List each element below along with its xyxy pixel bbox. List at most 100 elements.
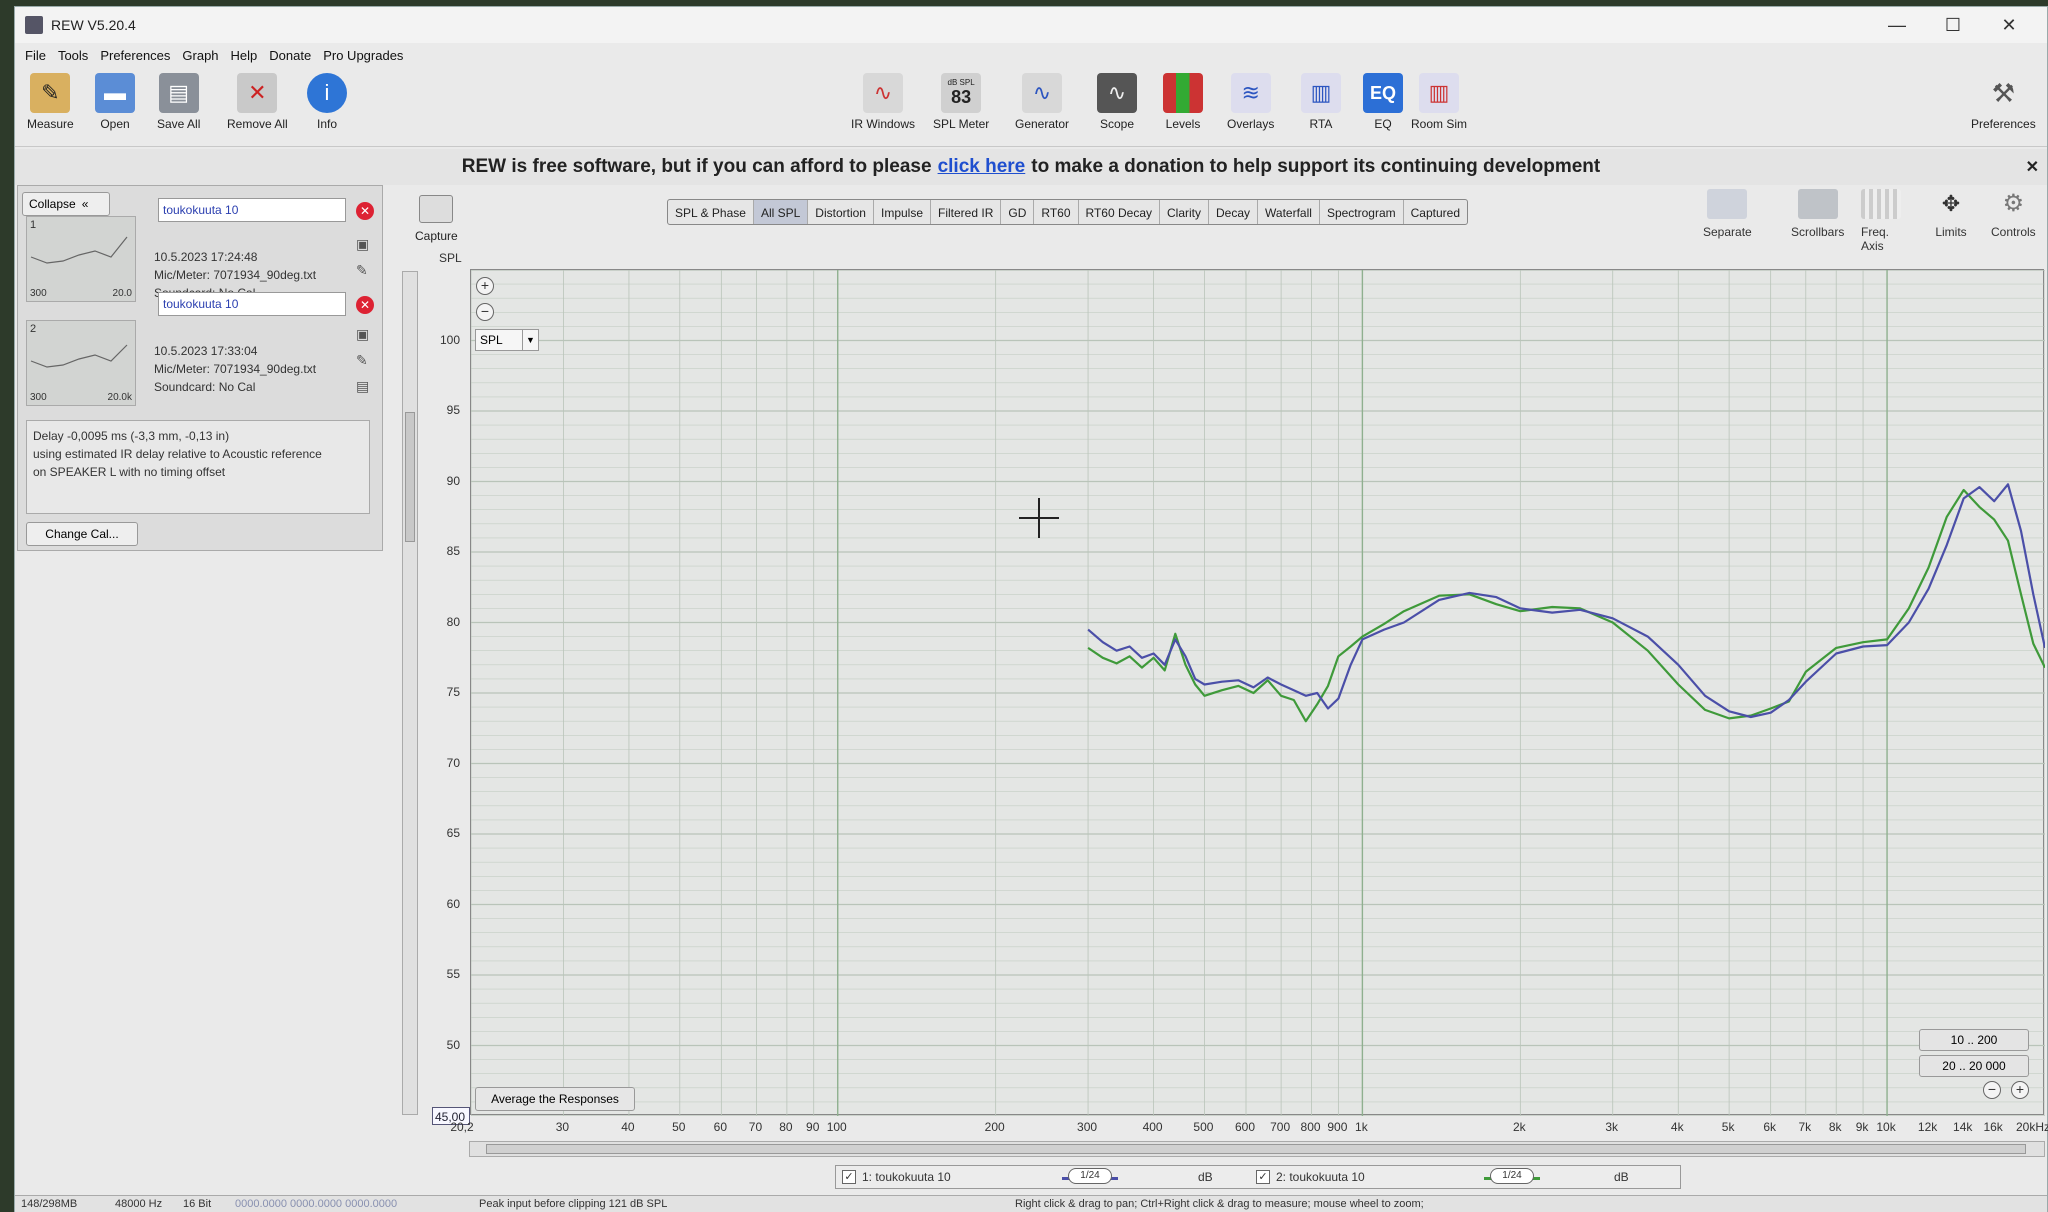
scope-button[interactable]: ∿ Scope: [1097, 73, 1137, 131]
overlays-button[interactable]: ≋ Overlays: [1227, 73, 1274, 131]
remove-measurement-icon[interactable]: ✕: [356, 202, 374, 220]
ir-windows-button[interactable]: ∿ IR Windows: [851, 73, 915, 131]
menu-tools[interactable]: Tools: [58, 48, 88, 63]
legend-checkbox-2[interactable]: ✓: [1256, 1170, 1270, 1184]
measurement-item-2[interactable]: 2 300 20.0k toukokuuta 10 ✕ 10.5.2023 17…: [26, 292, 380, 406]
x-tick-label: 30: [555, 1120, 570, 1134]
horizontal-scrollbar[interactable]: [469, 1141, 2045, 1157]
legend-item-2[interactable]: ✓ 2: toukokuuta 10: [1256, 1170, 1365, 1184]
measurement-item-1[interactable]: 1 300 20.0 toukokuuta 10 ✕ 10.5.2023 17:…: [26, 188, 380, 302]
minimize-button[interactable]: —: [1869, 7, 1925, 43]
remove-measurement-icon[interactable]: ✕: [356, 296, 374, 314]
levels-button[interactable]: Levels: [1163, 73, 1203, 131]
menu-donate[interactable]: Donate: [269, 48, 311, 63]
controls-button[interactable]: ⚙ Controls: [1991, 189, 2036, 239]
x-tick-label: 4k: [1670, 1120, 1684, 1134]
measurement-name-field[interactable]: toukokuuta 10: [158, 198, 346, 222]
freq-axis-button[interactable]: Freq. Axis: [1861, 189, 1901, 253]
scrollbars-button[interactable]: Scrollbars: [1791, 189, 1844, 239]
horizontal-scroll-thumb[interactable]: [486, 1144, 2026, 1154]
folder-open-icon: ▬: [95, 73, 135, 113]
notes-icon[interactable]: ▤: [356, 378, 369, 395]
x-tick-label: 70: [748, 1120, 763, 1134]
tab-clarity[interactable]: Clarity: [1160, 200, 1210, 224]
tab-spl-phase[interactable]: SPL & Phase: [668, 200, 754, 224]
menu-pro-upgrades[interactable]: Pro Upgrades: [323, 48, 403, 63]
tab-all-spl[interactable]: All SPL: [753, 200, 809, 224]
rta-button[interactable]: ▥ RTA: [1301, 73, 1341, 131]
smoothing-2[interactable]: 1/24: [1490, 1168, 1534, 1184]
maximize-button[interactable]: ☐: [1925, 7, 1981, 43]
tab-impulse[interactable]: Impulse: [874, 200, 932, 224]
remove-all-button[interactable]: ✕ Remove All: [227, 73, 288, 131]
tab-rt60-decay[interactable]: RT60 Decay: [1079, 200, 1160, 224]
tab-captured[interactable]: Captured: [1404, 200, 1467, 224]
measurement-thumbnail[interactable]: 1 300 20.0: [26, 216, 136, 302]
x-tick-label: 900: [1327, 1120, 1348, 1134]
x-first-label: 20,2: [450, 1120, 474, 1134]
spl-meter-button[interactable]: dB SPL 83 SPL Meter: [933, 73, 989, 131]
close-window-button[interactable]: ✕: [1981, 7, 2037, 43]
change-cal-button[interactable]: Change Cal...: [26, 522, 138, 546]
donate-link[interactable]: click here: [938, 156, 1026, 178]
smoothing-1[interactable]: 1/24: [1068, 1168, 1112, 1184]
info-button[interactable]: i Info: [307, 73, 347, 131]
y-axis-title: SPL: [439, 251, 462, 265]
range-10-200-button[interactable]: 10 .. 200: [1919, 1029, 2029, 1051]
legend-checkbox-1[interactable]: ✓: [842, 1170, 856, 1184]
spl-unit-select[interactable]: SPL ▼: [475, 329, 539, 351]
freq-axis-icon: [1861, 189, 1901, 219]
legend-item-1[interactable]: ✓ 1: toukokuuta 10: [842, 1170, 951, 1184]
x-tick-label: 5k: [1721, 1120, 1735, 1134]
app-icon: [25, 16, 43, 34]
x-tick-label: 3k: [1605, 1120, 1619, 1134]
tab-gd[interactable]: GD: [1001, 200, 1035, 224]
eq-button[interactable]: EQ EQ: [1363, 73, 1403, 131]
preferences-button[interactable]: ⚒ Preferences: [1971, 73, 2036, 132]
zoom-in-icon[interactable]: +: [476, 277, 494, 295]
legend-unit-1: dB: [1198, 1170, 1213, 1184]
range-20-20000-button[interactable]: 20 .. 20 000: [1919, 1055, 2029, 1077]
tab-filtered-ir[interactable]: Filtered IR: [931, 200, 1002, 224]
separate-button[interactable]: Separate: [1703, 189, 1752, 239]
input-meters: 0000.0000 0000.0000 0000.0000: [235, 1198, 398, 1210]
vertical-scroll-thumb[interactable]: [405, 412, 415, 542]
x-tick-label: 400: [1142, 1120, 1163, 1134]
zoom-in-x-icon[interactable]: +: [2011, 1081, 2029, 1099]
room-sim-icon: ▥: [1419, 73, 1459, 113]
measurement-thumbnail[interactable]: 2 300 20.0k: [26, 320, 136, 406]
tab-distortion[interactable]: Distortion: [808, 200, 874, 224]
save-measurement-icon[interactable]: ▣: [356, 326, 369, 343]
edit-notes-icon[interactable]: ✎: [356, 262, 368, 279]
average-responses-button[interactable]: Average the Responses: [475, 1087, 635, 1111]
series-line-1: [1087, 483, 2047, 719]
generator-button[interactable]: ∿ Generator: [1015, 73, 1069, 131]
save-all-button[interactable]: ▤ Save All: [157, 73, 200, 131]
spl-graph[interactable]: [470, 269, 2047, 1117]
menu-file[interactable]: File: [25, 48, 46, 63]
banner-close-icon[interactable]: ✕: [2026, 157, 2039, 177]
limits-button[interactable]: ✥ Limits: [1931, 189, 1971, 239]
zoom-out-x-icon[interactable]: −: [1983, 1081, 2001, 1099]
tab-rt60[interactable]: RT60: [1034, 200, 1079, 224]
tab-spectrogram[interactable]: Spectrogram: [1320, 200, 1404, 224]
edit-notes-icon[interactable]: ✎: [356, 352, 368, 369]
x-tick-label: 14k: [1953, 1120, 1973, 1134]
menu-preferences[interactable]: Preferences: [100, 48, 170, 63]
tab-waterfall[interactable]: Waterfall: [1258, 200, 1320, 224]
menu-help[interactable]: Help: [231, 48, 258, 63]
vertical-scrollbar[interactable]: [402, 271, 418, 1115]
measurement-name-field[interactable]: toukokuuta 10: [158, 292, 346, 316]
zoom-out-icon[interactable]: −: [476, 303, 494, 321]
tab-decay[interactable]: Decay: [1209, 200, 1259, 224]
save-measurement-icon[interactable]: ▣: [356, 236, 369, 253]
memory-usage: 148/298MB: [21, 1198, 78, 1210]
menu-graph[interactable]: Graph: [182, 48, 218, 63]
measure-button[interactable]: ✎ Measure: [27, 73, 74, 131]
capture-button[interactable]: Capture: [415, 195, 458, 243]
measurement-notes: Delay -0,0095 ms (-3,3 mm, -0,13 in) usi…: [26, 420, 370, 514]
open-button[interactable]: ▬ Open: [95, 73, 135, 131]
levels-icon: [1163, 73, 1203, 113]
donation-banner: REW is free software, but if you can aff…: [15, 149, 2047, 185]
room-sim-button[interactable]: ▥ Room Sim: [1411, 73, 1467, 131]
